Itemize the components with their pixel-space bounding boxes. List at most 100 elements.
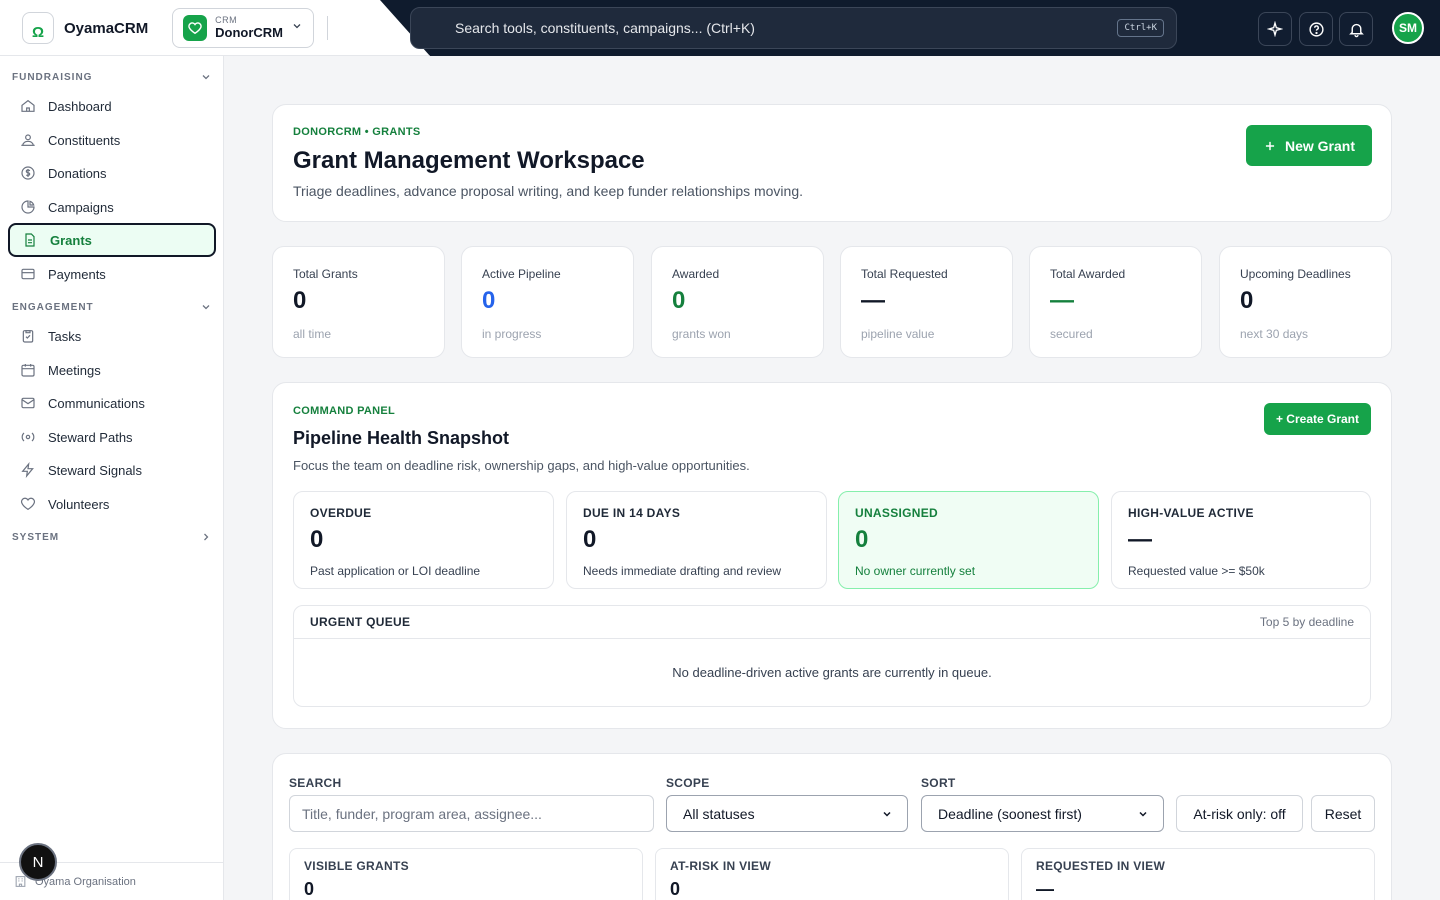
grant-search-input[interactable]: [289, 795, 654, 832]
summary-label: VISIBLE GRANTS: [304, 859, 409, 873]
stat-value: —: [861, 287, 885, 314]
health-sub: Needs immediate drafting and review: [583, 564, 782, 578]
sidebar-item-payments[interactable]: Payments: [8, 257, 216, 291]
sidebar-item-label: Meetings: [48, 362, 101, 378]
heart-icon: [183, 15, 208, 41]
lightning-icon: [21, 462, 34, 478]
document-icon: [25, 233, 35, 247]
stat-card-awarded: Awarded 0 grants won: [651, 246, 824, 358]
urgent-queue: URGENT QUEUE Top 5 by deadline No deadli…: [293, 605, 1371, 707]
notifications-button[interactable]: [1339, 12, 1373, 46]
sidebar-item-tasks[interactable]: Tasks: [8, 319, 216, 353]
new-grant-label: New Grant: [1284, 137, 1355, 154]
stat-label: Total Requested: [861, 267, 948, 281]
summary-requested: REQUESTED IN VIEW —: [1021, 848, 1375, 900]
urgent-queue-caption: Top 5 by deadline: [1259, 615, 1354, 629]
sidebar: FUNDRAISING Dashboard Constituents Donat…: [0, 56, 224, 900]
user-avatar[interactable]: SM: [1392, 12, 1424, 44]
sidebar-item-steward-paths[interactable]: Steward Paths: [8, 420, 216, 454]
health-label: UNASSIGNED: [855, 506, 939, 520]
sidebar-item-campaigns[interactable]: Campaigns: [8, 190, 216, 224]
at-risk-toggle[interactable]: At-risk only: off: [1176, 795, 1303, 832]
sort-select[interactable]: Deadline (soonest first): [921, 795, 1164, 832]
stat-sub: secured: [1050, 327, 1093, 341]
urgent-queue-title: URGENT QUEUE: [310, 615, 411, 629]
sidebar-item-donations[interactable]: Donations: [8, 156, 216, 190]
sort-label: SORT: [921, 776, 956, 790]
stat-card-active-pipeline: Active Pipeline 0 in progress: [461, 246, 634, 358]
sidebar-section-system[interactable]: SYSTEM: [12, 529, 212, 545]
sidebar-item-label: Constituents: [48, 132, 121, 148]
health-sub: No owner currently set: [855, 564, 976, 578]
stat-label: Total Grants: [293, 267, 358, 281]
sidebar-item-label: Communications: [48, 395, 145, 411]
users-icon: [21, 134, 35, 146]
dev-tools-badge[interactable]: N: [19, 843, 57, 881]
reset-button[interactable]: Reset: [1311, 795, 1375, 832]
help-icon: [1308, 21, 1324, 37]
sparkle-button[interactable]: [1258, 12, 1292, 46]
stat-label: Upcoming Deadlines: [1240, 267, 1351, 281]
page-header-card: DONORCRM • GRANTS Grant Management Works…: [272, 104, 1392, 222]
summary-value: —: [1036, 879, 1054, 899]
help-button[interactable]: [1299, 12, 1333, 46]
sidebar-section-engagement[interactable]: ENGAGEMENT: [12, 299, 212, 315]
health-card-due-14-days[interactable]: DUE IN 14 DAYS 0 Needs immediate draftin…: [566, 491, 827, 589]
brand-name: OyamaCRM: [64, 19, 149, 37]
chevron-down-icon: [883, 811, 891, 817]
sidebar-item-grants[interactable]: Grants: [8, 223, 216, 257]
section-label: SYSTEM: [12, 531, 60, 543]
health-card-unassigned[interactable]: UNASSIGNED 0 No owner currently set: [838, 491, 1099, 589]
bell-icon: [1348, 23, 1364, 37]
sidebar-item-label: Steward Paths: [48, 429, 133, 445]
new-grant-button[interactable]: New Grant: [1246, 125, 1372, 166]
search-label: SEARCH: [289, 776, 342, 790]
create-grant-button[interactable]: + Create Grant: [1264, 403, 1371, 435]
stat-card-upcoming-deadlines: Upcoming Deadlines 0 next 30 days: [1219, 246, 1392, 358]
top-bar-divider: [327, 16, 328, 40]
sidebar-item-communications[interactable]: Communications: [8, 386, 216, 420]
crm-switcher[interactable]: CRM DonorCRM: [172, 8, 314, 48]
stat-sub: grants won: [672, 327, 731, 341]
scope-select-value: All statuses: [683, 805, 755, 822]
calendar-icon: [21, 364, 35, 377]
organisation-name: Oyama Organisation: [35, 875, 136, 888]
heart-icon: [20, 497, 36, 511]
sidebar-item-meetings[interactable]: Meetings: [8, 353, 216, 387]
health-card-high-value[interactable]: HIGH-VALUE ACTIVE — Requested value >= $…: [1111, 491, 1371, 589]
building-icon: [15, 876, 26, 887]
health-value: 0: [583, 526, 597, 553]
health-value: —: [1128, 526, 1152, 553]
chevron-down-icon: [202, 305, 210, 310]
sidebar-item-steward-signals[interactable]: Steward Signals: [8, 453, 216, 487]
sidebar-item-volunteers[interactable]: Volunteers: [8, 487, 216, 521]
mail-icon: [21, 397, 35, 409]
sidebar-item-label: Payments: [48, 266, 106, 282]
stat-label: Active Pipeline: [482, 267, 561, 281]
health-card-overdue[interactable]: OVERDUE 0 Past application or LOI deadli…: [293, 491, 554, 589]
clipboard-check-icon: [22, 330, 34, 343]
command-eyebrow: COMMAND PANEL: [293, 405, 396, 417]
section-label: FUNDRAISING: [12, 71, 93, 83]
scope-label: SCOPE: [666, 776, 710, 790]
sort-select-value: Deadline (soonest first): [938, 805, 1082, 822]
health-sub: Past application or LOI deadline: [310, 564, 481, 578]
stat-label: Total Awarded: [1050, 267, 1126, 281]
health-label: OVERDUE: [310, 506, 372, 520]
section-label: ENGAGEMENT: [12, 301, 94, 313]
brand[interactable]: Ω OyamaCRM: [22, 12, 148, 44]
sidebar-item-constituents[interactable]: Constituents: [8, 123, 216, 157]
command-title: Pipeline Health Snapshot: [293, 428, 510, 448]
command-subtitle: Focus the team on deadline risk, ownersh…: [293, 458, 750, 473]
crm-name: DonorCRM: [215, 24, 283, 40]
stat-value: 0: [672, 287, 686, 314]
scope-select[interactable]: All statuses: [666, 795, 908, 832]
summary-label: AT-RISK IN VIEW: [670, 859, 771, 873]
sidebar-item-label: Campaigns: [48, 199, 114, 215]
health-label: DUE IN 14 DAYS: [583, 506, 681, 520]
global-search[interactable]: Search tools, constituents, campaigns...…: [410, 7, 1177, 49]
chevron-down-icon: [291, 19, 303, 37]
sidebar-item-dashboard[interactable]: Dashboard: [8, 89, 216, 123]
stat-value: 0: [1240, 287, 1254, 314]
sidebar-section-fundraising[interactable]: FUNDRAISING: [12, 69, 212, 85]
